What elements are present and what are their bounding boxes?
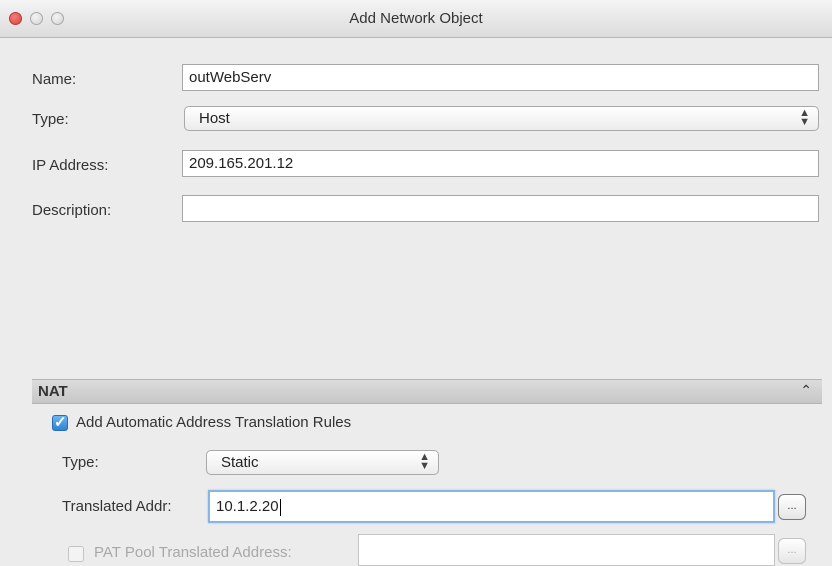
browse-pat-pool-button[interactable]: ... — [778, 538, 806, 564]
nat-section-header[interactable]: NAT ⌃ — [32, 379, 822, 404]
window-title: Add Network Object — [349, 10, 483, 27]
pat-pool-field[interactable] — [358, 534, 775, 566]
ip-address-field[interactable]: 209.165.201.12 — [182, 150, 819, 177]
nat-header-title: NAT — [38, 383, 68, 400]
nat-section: ✓ Add Automatic Address Translation Rule… — [32, 404, 822, 566]
up-down-arrows-icon: ▲ ▼ — [799, 107, 810, 128]
double-chevron-up-icon[interactable]: ⌃ — [800, 382, 812, 399]
text-caret — [279, 498, 281, 516]
pat-pool-label: PAT Pool Translated Address: — [94, 544, 292, 561]
up-down-arrows-icon: ▲ ▼ — [419, 451, 430, 472]
translated-addr-field[interactable]: 10.1.2.20 — [208, 490, 775, 523]
window-titlebar: Add Network Object — [0, 0, 832, 38]
description-label: Description: — [32, 202, 112, 219]
browse-translated-addr-button[interactable]: ... — [778, 494, 806, 520]
auto-rules-checkbox[interactable]: ✓ — [52, 414, 68, 431]
type-label: Type: — [32, 111, 69, 128]
translated-addr-label: Translated Addr: — [62, 498, 172, 515]
checkmark-icon: ✓ — [54, 414, 67, 431]
translated-addr-value: 10.1.2.20 — [216, 498, 279, 515]
ip-address-label: IP Address: — [32, 157, 109, 174]
type-select[interactable]: Host ▲ ▼ — [184, 106, 819, 131]
pat-pool-checkbox[interactable] — [68, 546, 84, 562]
name-label: Name: — [32, 71, 77, 88]
nat-type-label: Type: — [62, 454, 99, 471]
name-field[interactable]: outWebServ — [182, 64, 819, 91]
auto-rules-label: Add Automatic Address Translation Rules — [76, 414, 352, 431]
description-field[interactable] — [182, 195, 819, 222]
type-select-value: Host — [199, 110, 230, 127]
nat-type-select[interactable]: Static ▲ ▼ — [206, 450, 439, 475]
nat-type-value: Static — [221, 454, 259, 471]
